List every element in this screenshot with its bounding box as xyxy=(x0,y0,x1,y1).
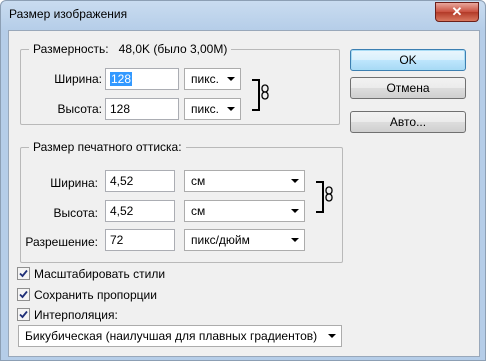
pixel-width-input[interactable]: 128 xyxy=(105,68,179,90)
pixel-dimensions-legend: Размерность: 48,0K (было 3,00M) xyxy=(29,42,232,56)
checkmark-icon xyxy=(19,310,28,319)
pixel-height-unit: пикс. xyxy=(191,102,219,116)
chevron-down-icon xyxy=(291,238,299,242)
constrain-proportions-label: Сохранить пропорции xyxy=(34,288,157,302)
pixel-dimensions-group: Размерность: 48,0K (было 3,00M) Ширина: … xyxy=(20,42,340,125)
checkbox-box[interactable] xyxy=(17,308,30,321)
link-icon xyxy=(325,186,333,202)
checkbox-box[interactable] xyxy=(17,288,30,301)
resample-method-select[interactable]: Бикубическая (наилучшая для плавных град… xyxy=(18,325,342,347)
resolution-unit-select[interactable]: пикс/дюйм xyxy=(184,229,305,251)
dialog-window: Размер изображения ✕ Размерность: 48,0K … xyxy=(0,0,486,361)
doc-width-unit: см xyxy=(191,174,206,188)
title-bar[interactable]: Размер изображения ✕ xyxy=(1,1,485,29)
resolution-value: 72 xyxy=(110,233,124,247)
resolution-input[interactable]: 72 xyxy=(105,229,175,251)
pixel-width-value: 128 xyxy=(110,72,133,86)
pixel-width-unit-select[interactable]: пикс. xyxy=(184,68,241,90)
chevron-down-icon xyxy=(227,77,235,81)
chevron-down-icon xyxy=(227,107,235,111)
auto-button[interactable]: Авто... xyxy=(350,111,466,133)
chevron-down-icon xyxy=(291,179,299,183)
doc-height-value: 4,52 xyxy=(110,204,134,218)
dialog-body: Размерность: 48,0K (было 3,00M) Ширина: … xyxy=(8,30,480,357)
pixel-height-value: 128 xyxy=(110,102,131,116)
pixel-dimensions-title: Размерность: xyxy=(33,42,109,56)
pixel-width-unit: пикс. xyxy=(191,72,219,86)
resolution-unit: пикс/дюйм xyxy=(191,233,250,247)
doc-height-input[interactable]: 4,52 xyxy=(105,200,175,222)
scale-styles-label: Масштабировать стили xyxy=(34,267,166,281)
document-size-group: Размер печатного оттиска: Ширина: 4,52 с… xyxy=(20,140,343,263)
checkbox-box[interactable] xyxy=(17,267,30,280)
link-icon xyxy=(261,84,269,100)
resample-label: Интерполяция: xyxy=(34,308,118,322)
cancel-button[interactable]: Отмена xyxy=(350,77,466,99)
pixel-height-input[interactable]: 128 xyxy=(105,98,179,120)
checkmark-icon xyxy=(19,269,28,278)
pixel-height-unit-select[interactable]: пикс. xyxy=(184,98,241,120)
doc-constrain-bracket xyxy=(316,181,324,213)
close-button[interactable]: ✕ xyxy=(435,2,479,22)
doc-height-unit-select[interactable]: см xyxy=(184,200,305,222)
document-size-legend: Размер печатного оттиска: xyxy=(29,140,186,154)
doc-height-label: Высота: xyxy=(53,206,98,220)
pixel-width-label: Ширина: xyxy=(54,72,102,86)
pixel-height-label: Высота: xyxy=(57,102,102,116)
doc-width-input[interactable]: 4,52 xyxy=(105,170,175,192)
resample-method-value: Бикубическая (наилучшая для плавных град… xyxy=(25,329,318,343)
pixel-dimensions-size: 48,0K (было 3,00M) xyxy=(118,42,228,56)
doc-width-label: Ширина: xyxy=(50,176,98,190)
doc-width-unit-select[interactable]: см xyxy=(184,170,305,192)
ok-button[interactable]: OK xyxy=(350,49,466,71)
chevron-down-icon xyxy=(328,334,336,338)
checkmark-icon xyxy=(19,290,28,299)
chevron-down-icon xyxy=(291,209,299,213)
window-title: Размер изображения xyxy=(9,7,128,21)
doc-height-unit: см xyxy=(191,204,206,218)
doc-width-value: 4,52 xyxy=(110,174,134,188)
constrain-bracket xyxy=(252,79,260,111)
resolution-label: Разрешение: xyxy=(25,235,98,249)
